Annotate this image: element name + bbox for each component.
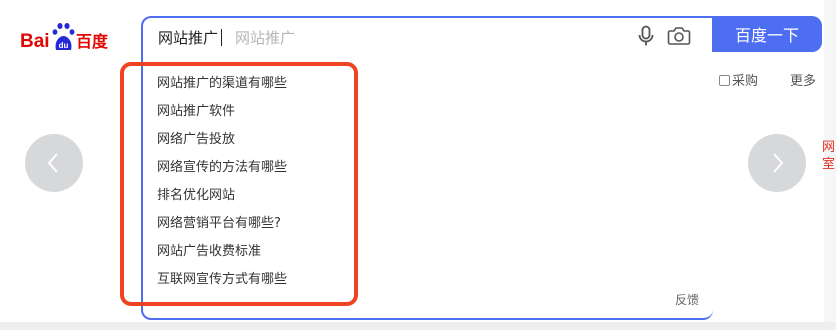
logo-text: Bai bbox=[20, 31, 50, 52]
logo-cn-text: 百度 bbox=[76, 32, 109, 51]
nav-procure-label: 采购 bbox=[732, 74, 759, 89]
search-placeholder: 网站推广 bbox=[235, 29, 296, 47]
carousel-next-button[interactable] bbox=[748, 134, 806, 192]
feedback-link[interactable]: 反馈 bbox=[675, 291, 699, 308]
nav-more[interactable]: 更多 bbox=[790, 70, 816, 89]
procure-icon bbox=[719, 75, 730, 86]
baidu-logo[interactable]: Bai du 百度 bbox=[20, 22, 120, 56]
annotation-highlight-box bbox=[120, 62, 358, 306]
chevron-right-icon bbox=[773, 153, 784, 173]
nav-procure[interactable]: 采购 bbox=[719, 70, 758, 89]
paw-icon: du bbox=[52, 23, 75, 50]
search-input[interactable]: 网站推广 bbox=[158, 27, 223, 48]
carousel-prev-button[interactable] bbox=[25, 134, 83, 192]
search-button[interactable]: 百度一下 bbox=[712, 16, 822, 52]
paw-text: du bbox=[59, 41, 69, 50]
camera-icon[interactable] bbox=[667, 25, 691, 47]
text-caret bbox=[221, 29, 223, 46]
search-query: 网站推广 bbox=[158, 29, 219, 47]
edge-cut-link[interactable]: 网 室 bbox=[822, 139, 836, 173]
mic-icon[interactable] bbox=[637, 25, 655, 47]
chevron-left-icon bbox=[47, 153, 58, 173]
bottom-strip bbox=[0, 322, 836, 330]
